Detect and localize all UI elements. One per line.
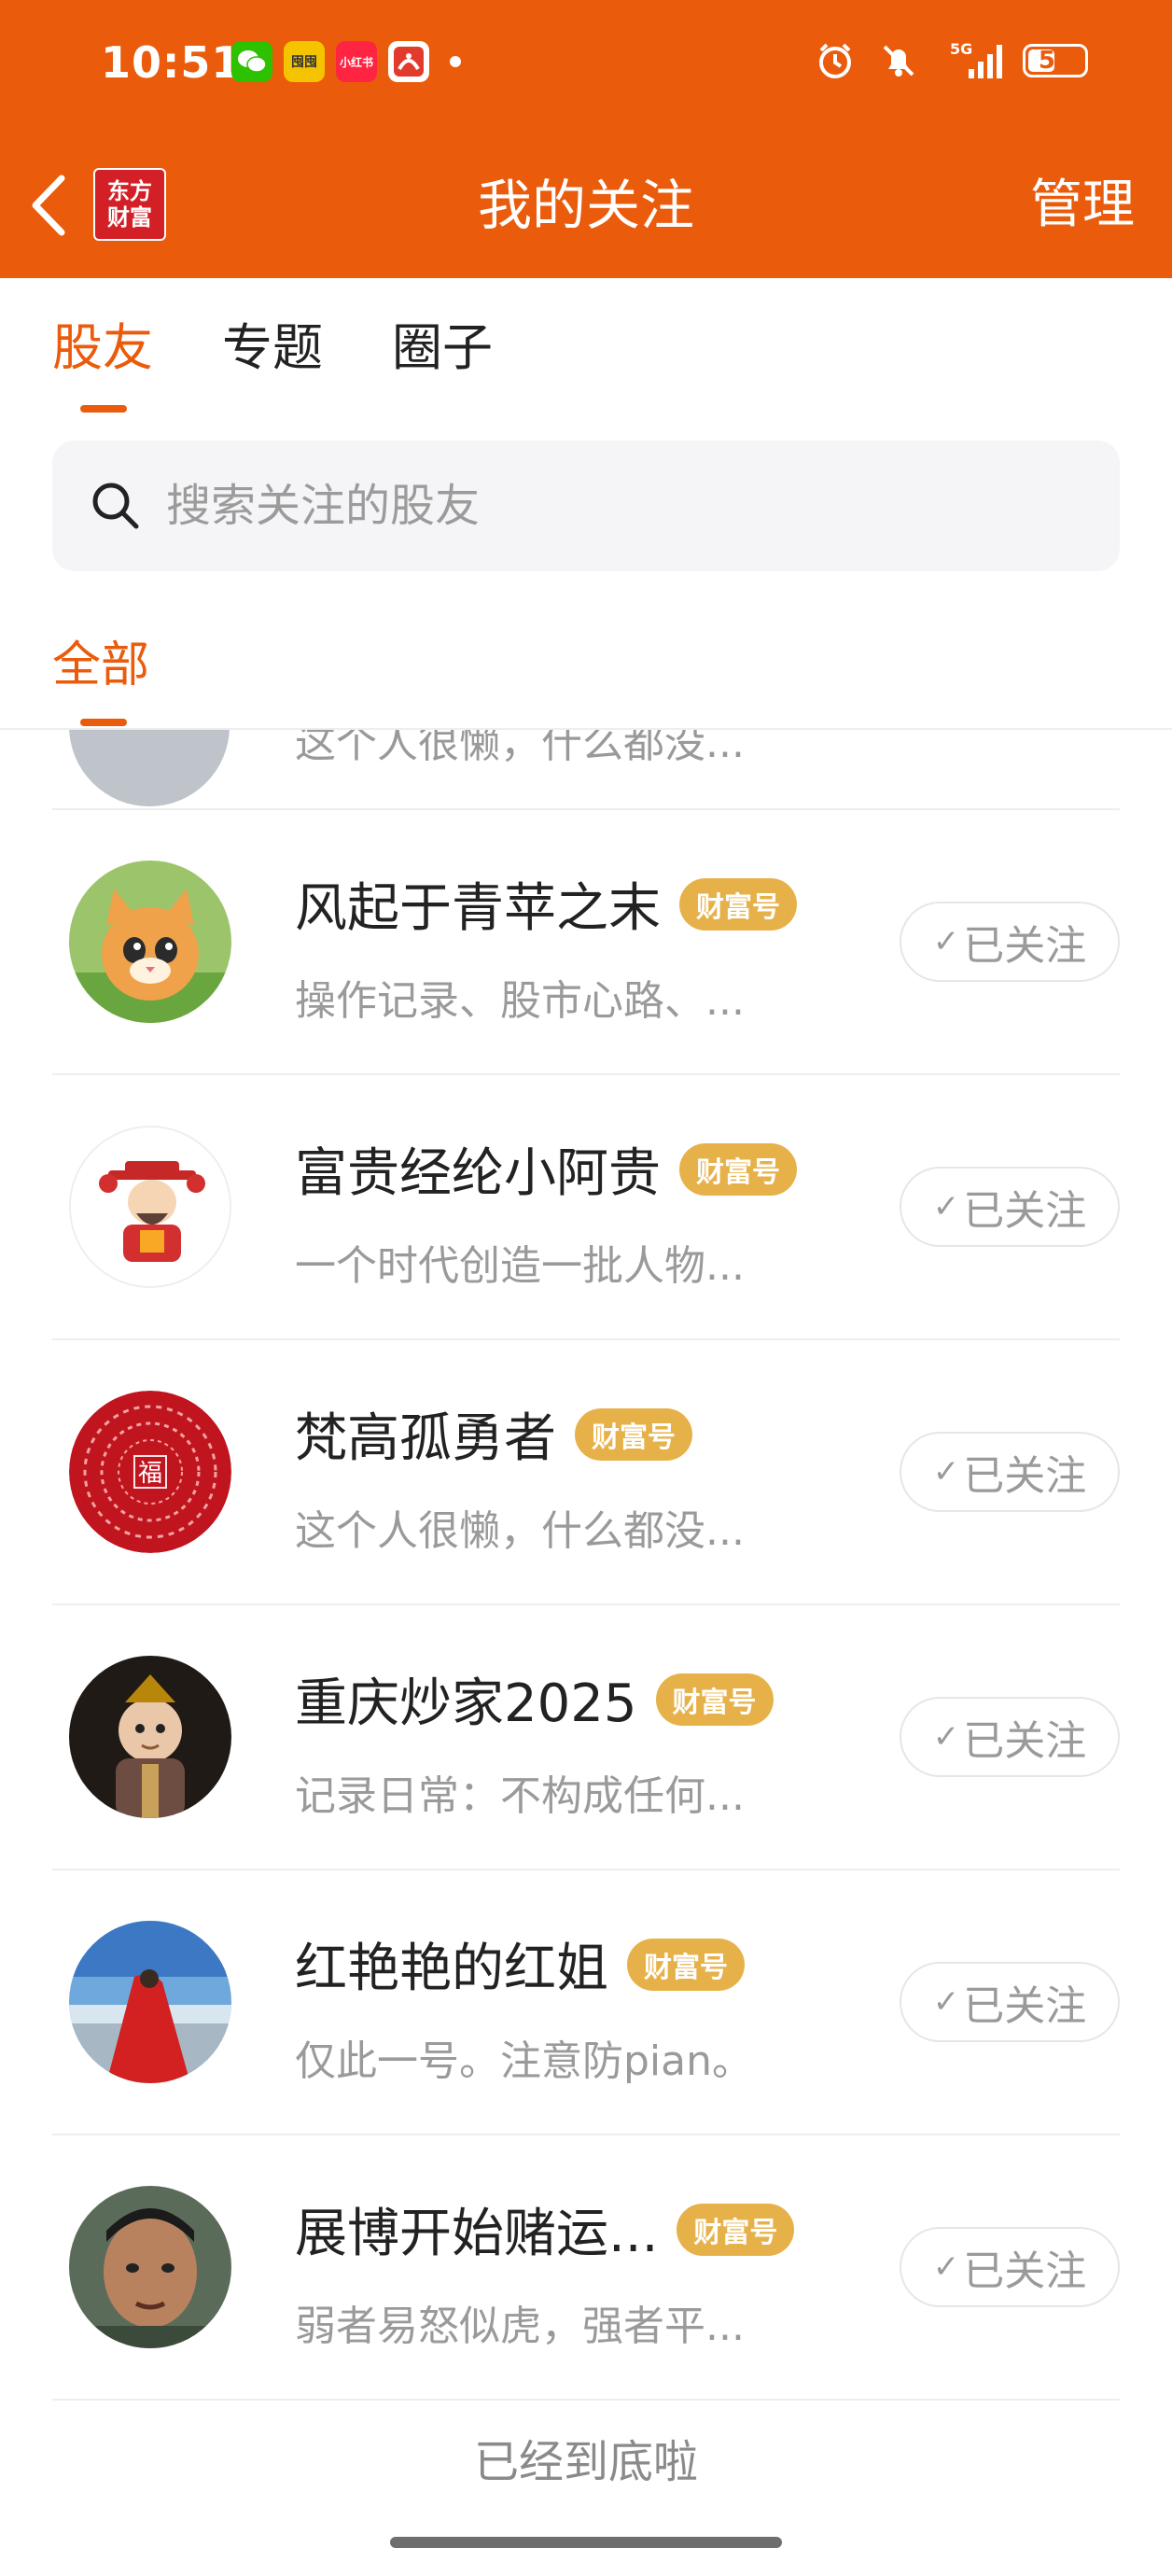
status-time: 10:51 xyxy=(101,37,243,88)
following-button[interactable]: ✓ 已关注 xyxy=(900,1167,1120,1247)
user-description: 弱者易怒似虎，强者平... xyxy=(295,2303,745,2350)
list-item[interactable]: 福 梵高孤勇者 财富号 这个人很懒，什么都没... ✓ 已关注 xyxy=(52,1340,1120,1605)
avatar xyxy=(69,2186,231,2348)
tab-circles[interactable]: 圈子 xyxy=(392,312,493,385)
user-description: 这个人很懒，什么都没... xyxy=(295,730,745,767)
user-name-line: 风起于青苹之末 财富号 xyxy=(295,866,797,942)
user-name: 重庆炒家2025 xyxy=(295,1673,637,1734)
list-item[interactable]: 展博开始赌运... 财富号 弱者易怒似虎，强者平... ✓ 已关注 xyxy=(52,2135,1120,2401)
avatar-fu-text: 福 xyxy=(138,1460,162,1488)
follow-label: 已关注 xyxy=(963,1452,1087,1500)
avatar xyxy=(69,1656,231,1818)
wealth-badge: 财富号 xyxy=(679,1142,797,1196)
list-item[interactable]: 这个人很懒，什么都没... xyxy=(52,730,1120,810)
tab-active-indicator xyxy=(80,405,127,413)
status-app-icons: 囤囤 小红书 xyxy=(231,41,461,82)
avatar: 福 xyxy=(69,1391,231,1553)
user-name-line: 展博开始赌运... 财富号 xyxy=(295,2191,795,2267)
user-name: 富贵经纶小阿贵 xyxy=(295,1143,661,1204)
tab-label: 圈子 xyxy=(392,318,493,377)
user-description: 仅此一号。注意防pian。 xyxy=(295,2037,754,2085)
follow-label: 已关注 xyxy=(963,1717,1087,1765)
xiaohongshu-icon: 小红书 xyxy=(336,41,377,82)
page-title: 我的关注 xyxy=(477,174,694,237)
signal-5g-icon: 5G xyxy=(941,39,1002,82)
user-description: 一个时代创造一批人物... xyxy=(295,1242,745,1290)
tab-stock-friends[interactable]: 股友 xyxy=(52,312,153,413)
wealth-badge: 财富号 xyxy=(655,1673,774,1726)
battery-level: 53 xyxy=(1038,47,1073,75)
user-name: 梵高孤勇者 xyxy=(295,1408,556,1469)
avatar xyxy=(69,1126,231,1288)
user-name-line: 重庆炒家2025 财富号 xyxy=(295,1661,774,1737)
follow-label: 已关注 xyxy=(963,922,1087,970)
wechat-icon xyxy=(231,41,272,82)
manage-button[interactable]: 管理 xyxy=(1030,168,1135,243)
checkmark-icon: ✓ xyxy=(932,2248,960,2286)
follow-label: 已关注 xyxy=(963,2247,1087,2295)
followed-users-list: 这个人很懒，什么都没... 风起于青苹之末 财富号 操作记录、股市心路、... … xyxy=(0,730,1172,2401)
status-right-icons: 5G 53 xyxy=(814,39,1088,82)
following-button[interactable]: ✓ 已关注 xyxy=(900,1697,1120,1777)
tab-topics[interactable]: 专题 xyxy=(222,312,323,385)
search-bar[interactable] xyxy=(52,441,1120,571)
notification-dot-icon xyxy=(450,56,461,67)
header-bar: 10:51 囤囤 小红书 5G 53 东方 财富 我的关注 管理 xyxy=(0,0,1172,278)
search-icon xyxy=(92,483,139,529)
user-name-line: 富贵经纶小阿贵 财富号 xyxy=(295,1131,797,1207)
svg-text:5G: 5G xyxy=(950,40,972,58)
search-input[interactable] xyxy=(164,479,1008,533)
checkmark-icon: ✓ xyxy=(932,1188,960,1225)
avatar xyxy=(69,1921,231,2083)
filter-bar: 全部 xyxy=(0,597,1172,730)
user-description: 操作记录、股市心路、... xyxy=(295,977,745,1025)
avatar xyxy=(69,861,231,1023)
wealth-badge: 财富号 xyxy=(575,1407,692,1461)
user-name-line: 梵高孤勇者 财富号 xyxy=(295,1396,692,1472)
user-name: 风起于青苹之末 xyxy=(295,878,661,939)
category-tabs: 股友 专题 圈子 xyxy=(52,312,493,413)
following-button[interactable]: ✓ 已关注 xyxy=(900,1432,1120,1512)
filter-active-indicator xyxy=(80,719,127,726)
wealth-badge: 财富号 xyxy=(627,1938,745,1991)
wealth-badge: 财富号 xyxy=(679,877,797,931)
follow-label: 已关注 xyxy=(963,1187,1087,1235)
checkmark-icon: ✓ xyxy=(932,1453,960,1491)
mute-bell-icon xyxy=(877,39,920,82)
filter-all[interactable]: 全部 xyxy=(52,633,149,698)
alarm-icon xyxy=(814,39,857,82)
avatar xyxy=(69,730,230,806)
battery-icon: 53 xyxy=(1023,44,1088,77)
user-name-line: 红艳艳的红姐 财富号 xyxy=(295,1926,745,2002)
following-button[interactable]: ✓ 已关注 xyxy=(900,1962,1120,2042)
app-icon-yellow: 囤囤 xyxy=(284,41,325,82)
follow-label: 已关注 xyxy=(963,1982,1087,2030)
list-item[interactable]: 红艳艳的红姐 财富号 仅此一号。注意防pian。 ✓ 已关注 xyxy=(52,1870,1120,2135)
checkmark-icon: ✓ xyxy=(932,1983,960,2021)
user-description: 这个人很懒，什么都没... xyxy=(295,1507,745,1555)
following-button[interactable]: ✓ 已关注 xyxy=(900,902,1120,982)
tab-label: 股友 xyxy=(52,318,153,377)
tab-label: 专题 xyxy=(222,318,323,377)
checkmark-icon: ✓ xyxy=(932,923,960,960)
end-of-list-text: 已经到底啦 xyxy=(473,2436,698,2488)
list-item[interactable]: 重庆炒家2025 财富号 记录日常：不构成任何... ✓ 已关注 xyxy=(52,1605,1120,1870)
checkmark-icon: ✓ xyxy=(932,1718,960,1756)
list-item[interactable]: 风起于青苹之末 财富号 操作记录、股市心路、... ✓ 已关注 xyxy=(52,810,1120,1075)
user-description: 记录日常：不构成任何... xyxy=(295,1772,745,1820)
home-indicator[interactable] xyxy=(390,2537,782,2548)
user-name: 红艳艳的红姐 xyxy=(295,1939,608,1999)
user-name: 展博开始赌运... xyxy=(295,2204,659,2264)
eastmoney-icon xyxy=(388,41,429,82)
list-item[interactable]: 富贵经纶小阿贵 财富号 一个时代创造一批人物... ✓ 已关注 xyxy=(52,1075,1120,1340)
wealth-badge: 财富号 xyxy=(677,2203,795,2256)
following-button[interactable]: ✓ 已关注 xyxy=(900,2227,1120,2307)
